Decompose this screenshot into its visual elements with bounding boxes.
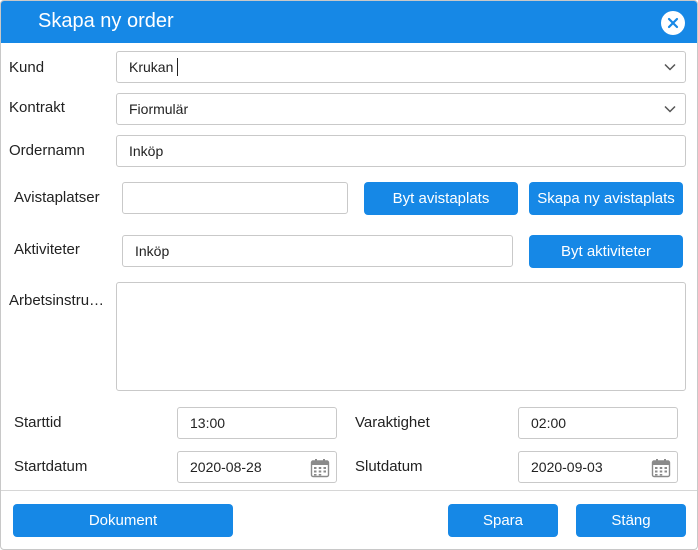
stang-button[interactable]: Stäng: [576, 504, 686, 537]
startdatum-value: 2020-08-28: [190, 459, 262, 475]
aktiviteter-input[interactable]: Inköp: [122, 235, 513, 267]
chevron-down-icon: [664, 63, 676, 71]
kund-value: Krukan: [129, 59, 174, 75]
varaktighet-input[interactable]: 02:00: [518, 407, 678, 439]
create-order-dialog: Skapa ny order Kund Krukan Kontrakt Fior…: [0, 0, 698, 550]
footer-divider: [1, 490, 697, 491]
skapa-ny-avistaplats-button[interactable]: Skapa ny avistaplats: [529, 182, 683, 215]
kontrakt-label: Kontrakt: [9, 99, 65, 116]
dialog-titlebar: Skapa ny order: [1, 1, 697, 43]
ordernamn-value: Inköp: [129, 143, 164, 159]
aktiviteter-label: Aktiviteter: [14, 241, 80, 258]
byt-avistaplats-button[interactable]: Byt avistaplats: [364, 182, 518, 215]
chevron-down-icon: [664, 105, 676, 113]
kontrakt-value: Fiormulär: [129, 101, 189, 117]
ordernamn-input[interactable]: Inköp: [116, 135, 686, 167]
arbetsinstruktion-label: Arbetsinstru…: [9, 292, 105, 309]
ordernamn-label: Ordernamn: [9, 142, 85, 159]
calendar-icon[interactable]: [651, 458, 671, 478]
kund-label: Kund: [9, 59, 45, 76]
dialog-title: Skapa ny order: [38, 10, 174, 32]
avistaplatser-label: Avistaplatser: [14, 189, 100, 206]
varaktighet-value: 02:00: [531, 415, 567, 431]
slutdatum-input[interactable]: 2020-09-03: [518, 451, 678, 483]
close-button[interactable]: [661, 11, 685, 35]
startdatum-input[interactable]: 2020-08-28: [177, 451, 337, 483]
slutdatum-value: 2020-09-03: [531, 459, 603, 475]
avistaplatser-input[interactable]: [122, 182, 348, 214]
varaktighet-label: Varaktighet: [355, 414, 430, 431]
arbetsinstruktion-textarea[interactable]: [116, 282, 686, 391]
close-icon: [667, 17, 679, 29]
slutdatum-label: Slutdatum: [355, 458, 423, 475]
aktiviteter-value: Inköp: [135, 243, 170, 259]
text-cursor: [177, 58, 179, 76]
starttid-input[interactable]: 13:00: [177, 407, 337, 439]
byt-aktiviteter-button[interactable]: Byt aktiviteter: [529, 235, 683, 268]
calendar-icon[interactable]: [310, 458, 330, 478]
spara-button[interactable]: Spara: [448, 504, 558, 537]
startdatum-label: Startdatum: [14, 458, 88, 475]
kontrakt-select[interactable]: Fiormulär: [116, 93, 686, 125]
starttid-value: 13:00: [190, 415, 226, 431]
starttid-label: Starttid: [14, 414, 62, 431]
kund-select[interactable]: Krukan: [116, 51, 686, 83]
dokument-button[interactable]: Dokument: [13, 504, 233, 537]
